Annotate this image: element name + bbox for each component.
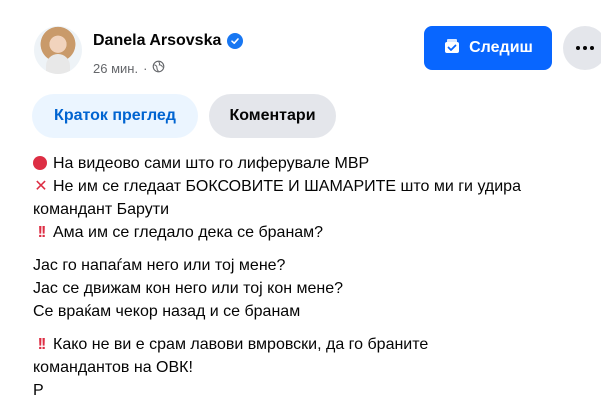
post-time[interactable]: 26 мин. [93,61,138,76]
more-icon[interactable] [563,26,601,70]
verified-badge-icon [227,33,244,49]
post-line: !! Ама им се гледало дека се бранам? [33,221,521,244]
following-label: Следиш [469,39,533,56]
post-line: Се враќам чекор назад и се бранам [33,303,301,320]
tab-summary[interactable]: Краток преглед [32,94,198,138]
double-exclamation-icon: !! [37,224,47,241]
post-line: Јас го напаѓам него или тој мене? [33,257,286,274]
post-line: Јас се движам кон него или тој кон мене? [33,280,344,297]
post-text: На видеово сами што го лиферувале МВР ✕ Н… [33,152,521,402]
post-line: !! Како не ви е срам лавови вмровски, да … [33,333,521,356]
tab-comments[interactable]: Коментари [209,94,336,138]
author-row: Danela Arsovska [93,32,244,50]
avatar[interactable] [34,26,82,74]
post-line: ✕ Не им се гледаат БОКСОВИТЕ И ШАМАРИТЕ ш… [33,175,521,198]
post-line: На видеово сами што го лиферувале МВР [33,152,521,175]
following-button[interactable]: Следиш [424,26,552,70]
post-line: Р [33,382,44,399]
following-icon [443,37,461,60]
globe-icon [152,60,165,76]
red-circle-icon [33,156,47,170]
author-name[interactable]: Danela Arsovska [93,32,221,50]
post-line: командантов на ОВК! [33,359,193,376]
cross-mark-icon: ✕ [34,178,48,195]
post-line: командант Барути [33,201,170,218]
meta-separator: · [143,60,148,76]
post-meta: 26 мин. · [93,60,165,76]
double-exclamation-icon: !! [37,336,47,353]
